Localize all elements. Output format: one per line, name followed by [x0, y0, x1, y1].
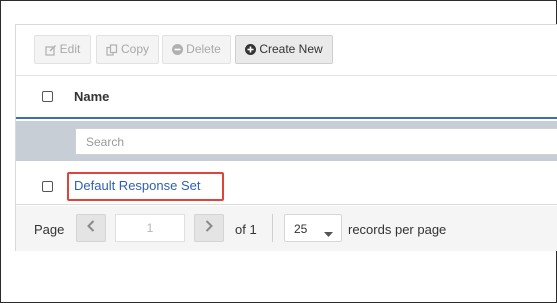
- toolbar: Edit Copy Delete Create New: [16, 25, 557, 76]
- pagination-bar: Page of 1 25 records per page: [16, 206, 557, 251]
- page-size-select[interactable]: 25: [284, 214, 342, 242]
- chevron-right-icon: [205, 219, 213, 237]
- table-row: Default Response Set: [16, 162, 557, 205]
- caret-down-icon: [324, 226, 333, 240]
- record-link[interactable]: Default Response Set: [74, 178, 200, 193]
- row-checkbox[interactable]: [42, 181, 53, 192]
- copy-button-label: Copy: [120, 42, 149, 56]
- plus-circle-icon: [245, 44, 257, 55]
- copy-button[interactable]: Copy: [96, 35, 159, 64]
- window-frame: Edit Copy Delete Create New Name Search …: [0, 0, 557, 303]
- search-input[interactable]: [75, 128, 557, 155]
- column-header-name[interactable]: Name: [74, 89, 109, 104]
- create-new-button-label: Create New: [259, 42, 323, 56]
- create-new-button[interactable]: Create New: [235, 35, 333, 64]
- table-header: Name: [16, 77, 557, 119]
- minus-circle-icon: [172, 44, 184, 55]
- select-all-checkbox[interactable]: [42, 91, 53, 102]
- next-page-button[interactable]: [194, 214, 224, 242]
- copy-icon: [106, 43, 118, 56]
- chevron-left-icon: [87, 219, 95, 237]
- filter-row: [16, 121, 557, 161]
- page-label: Page: [34, 222, 65, 237]
- records-per-page-label: records per page: [348, 222, 447, 237]
- delete-button-label: Delete: [186, 42, 221, 56]
- edit-icon: [45, 44, 57, 56]
- page-size-value: 25: [294, 222, 308, 236]
- edit-button-label: Edit: [59, 42, 81, 56]
- page-number-input[interactable]: [115, 214, 185, 242]
- grid-panel: Edit Copy Delete Create New Name Search …: [15, 24, 557, 251]
- total-pages-label: of 1: [235, 222, 257, 237]
- delete-button[interactable]: Delete: [162, 35, 231, 64]
- edit-button[interactable]: Edit: [34, 35, 91, 64]
- previous-page-button[interactable]: [76, 214, 106, 242]
- pagination-divider: [272, 214, 273, 242]
